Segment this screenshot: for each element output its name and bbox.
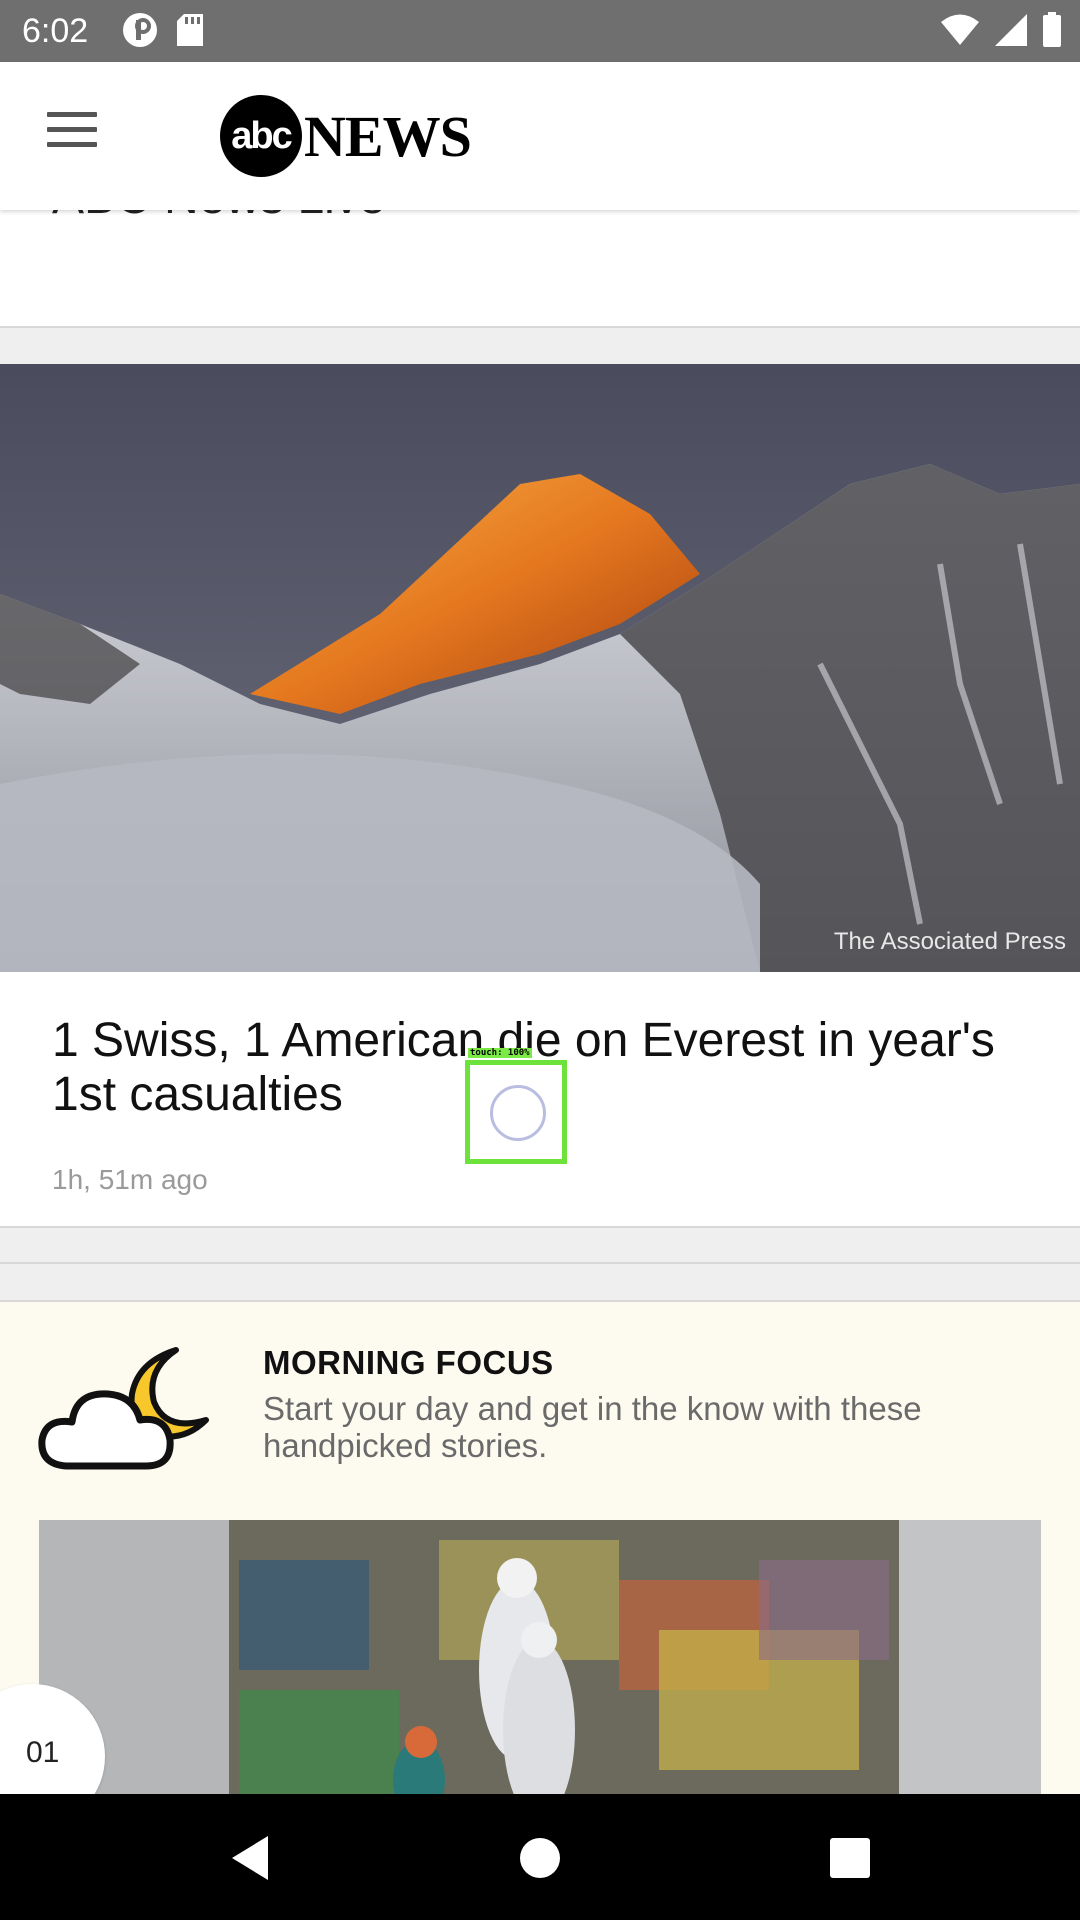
logo-word: NEWS [304, 103, 472, 169]
circle-p-icon [123, 13, 157, 47]
section-separator [0, 1226, 1080, 1302]
card-separator [0, 326, 1080, 366]
logo-circle: abc [220, 95, 302, 177]
image-credit: The Associated Press [833, 928, 1066, 955]
signal-icon [995, 14, 1027, 46]
morning-focus-heading: MORNING FOCUS [263, 1344, 554, 1381]
morning-focus-subtitle: Start your day and get in the know with … [263, 1390, 922, 1464]
touch-indicator [465, 1060, 567, 1164]
battery-icon [1043, 12, 1061, 47]
navigation-bar [0, 1794, 1080, 1920]
home-circle-icon[interactable] [512, 1830, 568, 1886]
hamburger-menu-icon[interactable] [40, 112, 104, 162]
recents-square-icon[interactable] [822, 1830, 878, 1886]
status-system-icons [940, 12, 1062, 48]
status-notification-icons [122, 12, 204, 48]
back-triangle-icon[interactable] [224, 1830, 280, 1886]
touch-circle [490, 1085, 546, 1141]
abc-news-logo[interactable]: abc NEWS [220, 94, 472, 178]
previous-card-title: ABC News Live [52, 210, 385, 225]
status-time: 6:02 [22, 12, 89, 50]
morning-focus-story-image[interactable] [39, 1520, 1041, 1794]
sd-card-icon [177, 14, 203, 46]
story-image[interactable]: The Associated Press [0, 364, 1080, 972]
app-header: abc NEWS [0, 62, 1080, 210]
touch-label: touch: 100% [468, 1048, 532, 1058]
cloud-moon-icon [38, 1347, 209, 1470]
previous-card[interactable]: ABC News Live [0, 210, 1080, 328]
page-indicator-number: 01 [26, 1736, 60, 1769]
morning-focus-section: MORNING FOCUS Start your day and get in … [0, 1302, 1080, 1794]
status-bar: 6:02 [0, 0, 1080, 62]
wifi-icon [941, 14, 979, 45]
story-timestamp: 1h, 51m ago [52, 1164, 208, 1195]
separator-line [0, 1262, 1080, 1264]
